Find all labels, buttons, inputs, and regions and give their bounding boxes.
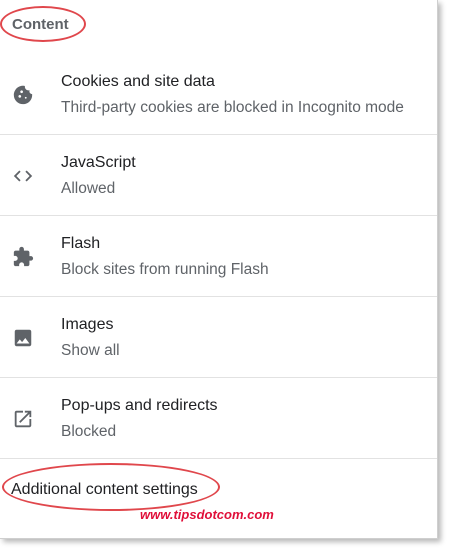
cookie-icon [11,83,35,107]
content-settings-panel: Content Cookies and site data Third-part… [0,0,438,539]
divider [0,296,437,297]
setting-subtitle: Show all [61,342,120,359]
setting-row-images[interactable]: Images Show all [0,298,437,379]
setting-title: JavaScript [61,154,136,171]
setting-row-javascript[interactable]: JavaScript Allowed [0,136,437,217]
setting-subtitle: Block sites from running Flash [61,261,269,278]
setting-subtitle: Blocked [61,423,117,440]
setting-subtitle: Allowed [61,180,116,197]
open-in-new-icon [11,407,35,431]
setting-title: Images [61,316,114,333]
code-icon [11,164,35,188]
setting-title: Pop-ups and redirects [61,397,218,414]
divider [0,215,437,216]
puzzle-piece-icon [11,245,35,269]
divider [0,134,437,135]
image-icon [11,326,35,350]
additional-content-settings-link[interactable]: Additional content settings [11,481,198,499]
divider [0,458,437,459]
setting-title: Cookies and site data [61,73,215,90]
section-heading: Content [12,16,69,33]
setting-row-flash[interactable]: Flash Block sites from running Flash [0,217,437,298]
watermark: www.tipsdotcom.com [140,507,274,522]
setting-title: Flash [61,235,101,252]
setting-row-popups[interactable]: Pop-ups and redirects Blocked [0,379,437,460]
divider [0,377,437,378]
setting-row-cookies[interactable]: Cookies and site data Third-party cookie… [0,55,437,136]
setting-subtitle: Third-party cookies are blocked in Incog… [61,99,404,116]
